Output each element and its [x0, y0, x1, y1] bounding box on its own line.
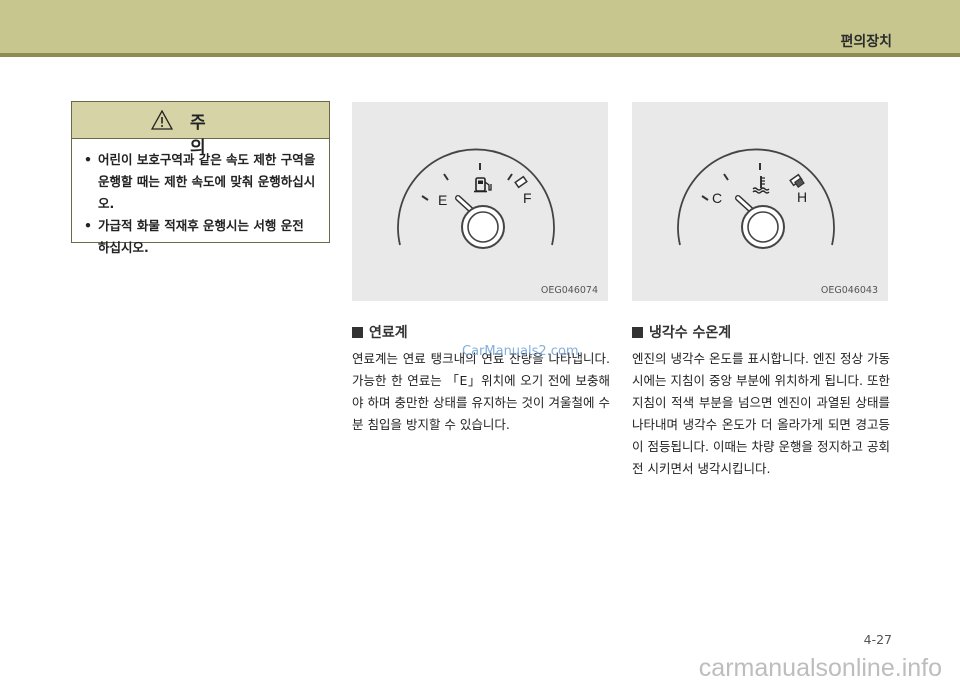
fuel-full-label: F	[523, 190, 532, 206]
header-rule	[0, 53, 960, 57]
warning-triangle-icon	[150, 109, 174, 134]
fuel-section-text: 연료계는 연료 탱크내의 연료 잔량을 나타냅니다. 가능한 한 연료는 「E」…	[352, 351, 610, 432]
page-number: 4-27	[863, 632, 892, 647]
section-title: 편의장치	[840, 34, 892, 50]
caution-box: 주 의 어린이 보호구역과 같은 속도 제한 구역을 운행할 때는 제한 속도에…	[71, 101, 330, 255]
caution-list: 어린이 보호구역과 같은 속도 제한 구역을 운행할 때는 제한 속도에 맞춰 …	[72, 139, 329, 259]
temperature-gauge-figure: C H OEG046043	[632, 102, 888, 301]
temp-section-title: 냉각수 수온계	[632, 322, 731, 342]
temp-cold-label: C	[712, 190, 722, 206]
caution-item: 가급적 화물 적재후 운행시는 서행 운전 하십시오.	[84, 215, 319, 259]
fuel-gauge-figure: E F OEG046074	[352, 102, 608, 301]
coolant-temperature-icon	[752, 176, 770, 194]
caution-item: 어린이 보호구역과 같은 속도 제한 구역을 운행할 때는 제한 속도에 맞춰 …	[84, 149, 319, 215]
caution-header: 주 의	[72, 102, 329, 158]
square-bullet-icon	[352, 327, 363, 338]
fuel-empty-label: E	[438, 192, 447, 208]
fuel-section-title: 연료계	[352, 322, 408, 342]
temp-section-text: 엔진의 냉각수 온도를 표시합니다. 엔진 정상 가동시에는 지침이 중앙 부분…	[632, 351, 890, 476]
temp-hot-label: H	[797, 189, 807, 205]
fuel-pump-icon	[474, 177, 492, 193]
watermark-text: CarManuals2.com	[462, 344, 579, 359]
figure-code: OEG046074	[540, 285, 598, 296]
footer-watermark: carmanualsonline.info	[698, 654, 942, 682]
figure-code: OEG046043	[820, 285, 878, 296]
square-bullet-icon	[632, 327, 643, 338]
header-band	[0, 0, 960, 53]
